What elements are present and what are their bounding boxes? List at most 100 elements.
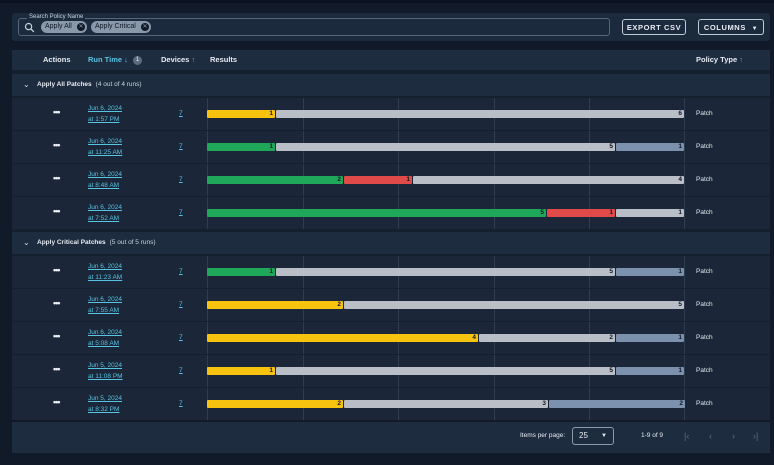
column-header-policy-type[interactable]: Policy Type ↑ [696, 50, 743, 70]
chevron-down-icon[interactable]: ⌄ [23, 232, 30, 254]
run-time: at 8:32 PM [88, 406, 120, 413]
result-bar-success[interactable]: 1 [207, 268, 275, 276]
arrow-down-icon: ↓ [124, 55, 128, 64]
group-run-count: (5 out of 5 runs) [109, 239, 156, 246]
result-bar-other[interactable]: 1 [616, 143, 684, 151]
result-bar-failure[interactable]: 1 [547, 209, 615, 217]
table-header: Actions Run Time ↓ 1 Devices ↑ Results P… [12, 50, 770, 70]
policy-type: Patch [696, 301, 713, 308]
table-row: ••• Jun 6, 2024 at 1:57 PM 7 Patch 1 6 [12, 98, 770, 130]
run-time: at 5:08 AM [88, 340, 120, 347]
close-icon[interactable]: ✕ [141, 23, 149, 31]
more-horizontal-icon[interactable]: ••• [53, 331, 61, 341]
result-bar-other[interactable]: 2 [549, 400, 685, 408]
result-bar-pending[interactable]: 1 [616, 209, 684, 217]
more-horizontal-icon[interactable]: ••• [53, 206, 61, 216]
run-date: Jun 6, 2024 [88, 171, 122, 178]
devices-link[interactable]: 7 [179, 108, 183, 119]
run-date: Jun 5, 2024 [88, 362, 122, 369]
run-time-link[interactable]: Jun 6, 2024 at 7:52 AM [88, 202, 122, 224]
devices-link[interactable]: 7 [179, 141, 183, 152]
more-horizontal-icon[interactable]: ••• [53, 298, 61, 308]
filter-chip-apply-all: Apply All ✕ [41, 21, 87, 33]
export-csv-button[interactable]: EXPORT CSV [622, 19, 686, 35]
column-header-devices[interactable]: Devices ↑ [161, 50, 195, 70]
next-page-icon[interactable]: › [732, 430, 735, 442]
devices-link[interactable]: 7 [179, 174, 183, 185]
devices-header-label: Devices [161, 55, 190, 64]
more-horizontal-icon[interactable]: ••• [53, 364, 61, 374]
run-time: at 11:23 AM [88, 274, 123, 281]
result-bar-pending[interactable]: 5 [344, 301, 684, 309]
devices-link[interactable]: 7 [179, 332, 183, 343]
run-time-link[interactable]: Jun 6, 2024 at 5:08 AM [88, 327, 122, 349]
result-bar-warning[interactable]: 1 [207, 367, 275, 375]
run-time-link[interactable]: Jun 6, 2024 at 11:25 AM [88, 136, 122, 158]
run-time-link[interactable]: Jun 6, 2024 at 11:23 AM [88, 261, 122, 283]
result-bar-pending[interactable]: 5 [276, 143, 615, 151]
more-horizontal-icon[interactable]: ••• [53, 140, 61, 150]
result-bar-pending[interactable]: 6 [276, 110, 684, 118]
column-header-results: Results [210, 55, 238, 64]
gridline [684, 256, 685, 288]
first-page-icon[interactable]: |‹ [684, 430, 689, 442]
more-horizontal-icon[interactable]: ••• [53, 107, 61, 117]
devices-link[interactable]: 7 [179, 398, 183, 409]
devices-link[interactable]: 7 [179, 299, 183, 310]
run-time-link[interactable]: Jun 5, 2024 at 11:08 PM [88, 360, 123, 382]
result-bar-pending[interactable]: 3 [344, 400, 548, 408]
result-bar-pending[interactable]: 4 [413, 176, 684, 184]
result-bar-warning[interactable]: 2 [207, 400, 343, 408]
run-time-link[interactable]: Jun 6, 2024 at 7:55 AM [88, 294, 122, 316]
group-name: Apply Critical Patches (5 out of 5 runs) [37, 232, 156, 254]
result-bar-success[interactable]: 2 [207, 176, 343, 184]
table-row: ••• Jun 6, 2024 at 8:48 AM 7 Patch 2 1 4 [12, 164, 770, 196]
search-field[interactable]: Search Policy Name Apply All ✕ Apply Cri… [18, 13, 610, 36]
previous-page-icon[interactable]: ‹ [709, 430, 712, 442]
result-bar-success[interactable]: 5 [207, 209, 546, 217]
run-time: at 11:08 PM [88, 373, 123, 380]
column-header-runtime[interactable]: Run Time ↓ 1 [88, 50, 142, 70]
result-bar-pending[interactable]: 2 [479, 334, 615, 342]
caret-down-icon: ▼ [751, 26, 759, 32]
gridline [684, 322, 685, 354]
column-header-actions: Actions [43, 55, 71, 64]
last-page-icon[interactable]: ›| [753, 430, 758, 442]
devices-link[interactable]: 7 [179, 266, 183, 277]
run-time-link[interactable]: Jun 6, 2024 at 8:48 AM [88, 169, 122, 191]
table-row: ••• Jun 6, 2024 at 7:52 AM 7 Patch 5 1 1 [12, 197, 770, 229]
run-date: Jun 6, 2024 [88, 105, 122, 112]
chevron-down-icon[interactable]: ⌄ [23, 74, 30, 96]
result-bar-other[interactable]: 1 [616, 334, 684, 342]
columns-button[interactable]: COLUMNS ▼ [698, 19, 764, 35]
result-bar-warning[interactable]: 1 [207, 110, 275, 118]
gridline [684, 197, 685, 229]
more-horizontal-icon[interactable]: ••• [53, 397, 61, 407]
result-bar-warning[interactable]: 4 [207, 334, 478, 342]
result-bar-other[interactable]: 1 [616, 268, 684, 276]
table-row: ••• Jun 6, 2024 at 11:25 AM 7 Patch 1 5 1 [12, 131, 770, 163]
result-bar-other[interactable]: 1 [616, 367, 684, 375]
items-per-page-select[interactable]: 25 ▼ [572, 427, 614, 445]
policy-type: Patch [696, 176, 713, 183]
policy-type: Patch [696, 334, 713, 341]
result-bar-pending[interactable]: 5 [276, 268, 615, 276]
result-bar-warning[interactable]: 2 [207, 301, 343, 309]
group-row[interactable]: ⌄ Apply Critical Patches (5 out of 5 runs) [12, 232, 770, 254]
run-time: at 11:25 AM [88, 149, 123, 156]
items-per-page-value: 25 [579, 431, 588, 440]
run-time-link[interactable]: Jun 5, 2024 at 8:32 PM [88, 393, 122, 415]
run-time-link[interactable]: Jun 6, 2024 at 1:57 PM [88, 103, 122, 125]
result-bar-pending[interactable]: 5 [276, 367, 615, 375]
result-bar-failure[interactable]: 1 [344, 176, 412, 184]
result-bar-success[interactable]: 1 [207, 143, 275, 151]
group-row[interactable]: ⌄ Apply All Patches (4 out of 4 runs) [12, 74, 770, 96]
more-horizontal-icon[interactable]: ••• [53, 265, 61, 275]
devices-link[interactable]: 7 [179, 365, 183, 376]
close-icon[interactable]: ✕ [77, 23, 85, 31]
devices-link[interactable]: 7 [179, 207, 183, 218]
run-time: at 7:52 AM [88, 215, 120, 222]
table-row: ••• Jun 5, 2024 at 8:32 PM 7 Patch 2 3 2 [12, 388, 770, 420]
more-horizontal-icon[interactable]: ••• [53, 173, 61, 183]
table-row: ••• Jun 6, 2024 at 11:23 AM 7 Patch 1 5 1 [12, 256, 770, 288]
